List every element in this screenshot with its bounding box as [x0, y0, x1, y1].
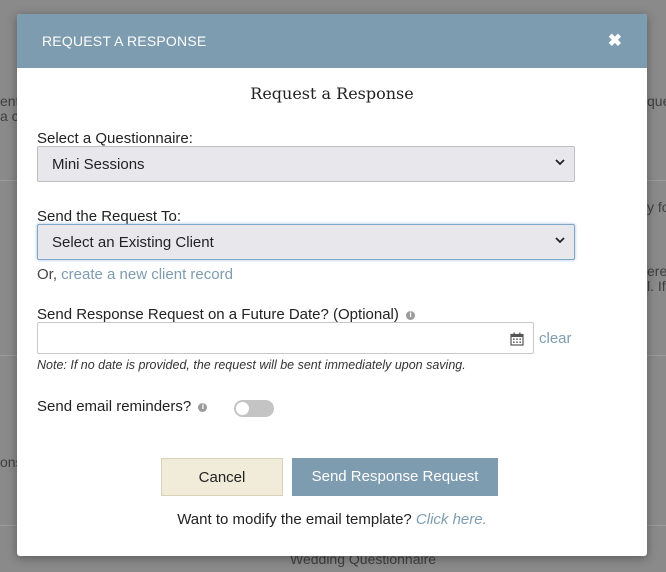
reminders-label: Send email reminders?: [37, 398, 192, 415]
info-icon[interactable]: i: [406, 310, 416, 320]
close-icon[interactable]: ✖: [608, 31, 622, 51]
future-date-input[interactable]: [37, 322, 534, 354]
cancel-button[interactable]: Cancel: [161, 458, 283, 496]
questionnaire-selected-value: Mini Sessions: [52, 156, 145, 173]
footer-text: Want to modify the email template?: [177, 511, 416, 528]
future-date-label-row: Send Response Request on a Future Date? …: [37, 306, 416, 323]
reminders-label-row: Send email reminders? i: [37, 398, 208, 415]
bg-text-fragment: ere: [647, 263, 666, 279]
send-to-label: Send the Request To:: [37, 208, 181, 225]
toggle-knob: [236, 402, 249, 415]
request-response-modal: REQUEST A RESPONSE ✖ Request a Response …: [17, 14, 647, 556]
client-selected-value: Select an Existing Client: [52, 234, 214, 251]
info-icon[interactable]: i: [198, 402, 208, 412]
date-note: Note: If no date is provided, the reques…: [37, 358, 466, 372]
send-response-request-button[interactable]: Send Response Request: [292, 458, 498, 496]
modify-template-link[interactable]: Click here.: [416, 511, 487, 528]
modal-title: REQUEST A RESPONSE: [42, 33, 207, 49]
create-client-line: Or, create a new client record: [37, 266, 233, 283]
email-template-footer: Want to modify the email template? Click…: [17, 511, 647, 528]
bg-text-fragment: l. If: [647, 278, 666, 294]
bg-text-fragment: que: [647, 93, 666, 109]
modal-header: REQUEST A RESPONSE ✖: [17, 14, 647, 68]
questionnaire-label: Select a Questionnaire:: [37, 130, 193, 147]
calendar-icon[interactable]: [510, 332, 524, 346]
client-select[interactable]: Select an Existing Client: [37, 224, 575, 260]
chevron-down-icon: [555, 159, 565, 166]
bg-text-fragment: y fo: [647, 199, 666, 215]
create-client-link[interactable]: create a new client record: [61, 266, 233, 283]
reminders-toggle[interactable]: [234, 400, 274, 417]
future-date-label: Send Response Request on a Future Date? …: [37, 306, 399, 323]
questionnaire-select[interactable]: Mini Sessions: [37, 146, 575, 182]
clear-date-link[interactable]: clear: [539, 330, 572, 347]
bg-text-fragment: a c: [0, 108, 19, 124]
chevron-down-icon: [555, 237, 565, 244]
dialog-heading: Request a Response: [250, 84, 414, 103]
or-prefix: Or,: [37, 266, 62, 283]
